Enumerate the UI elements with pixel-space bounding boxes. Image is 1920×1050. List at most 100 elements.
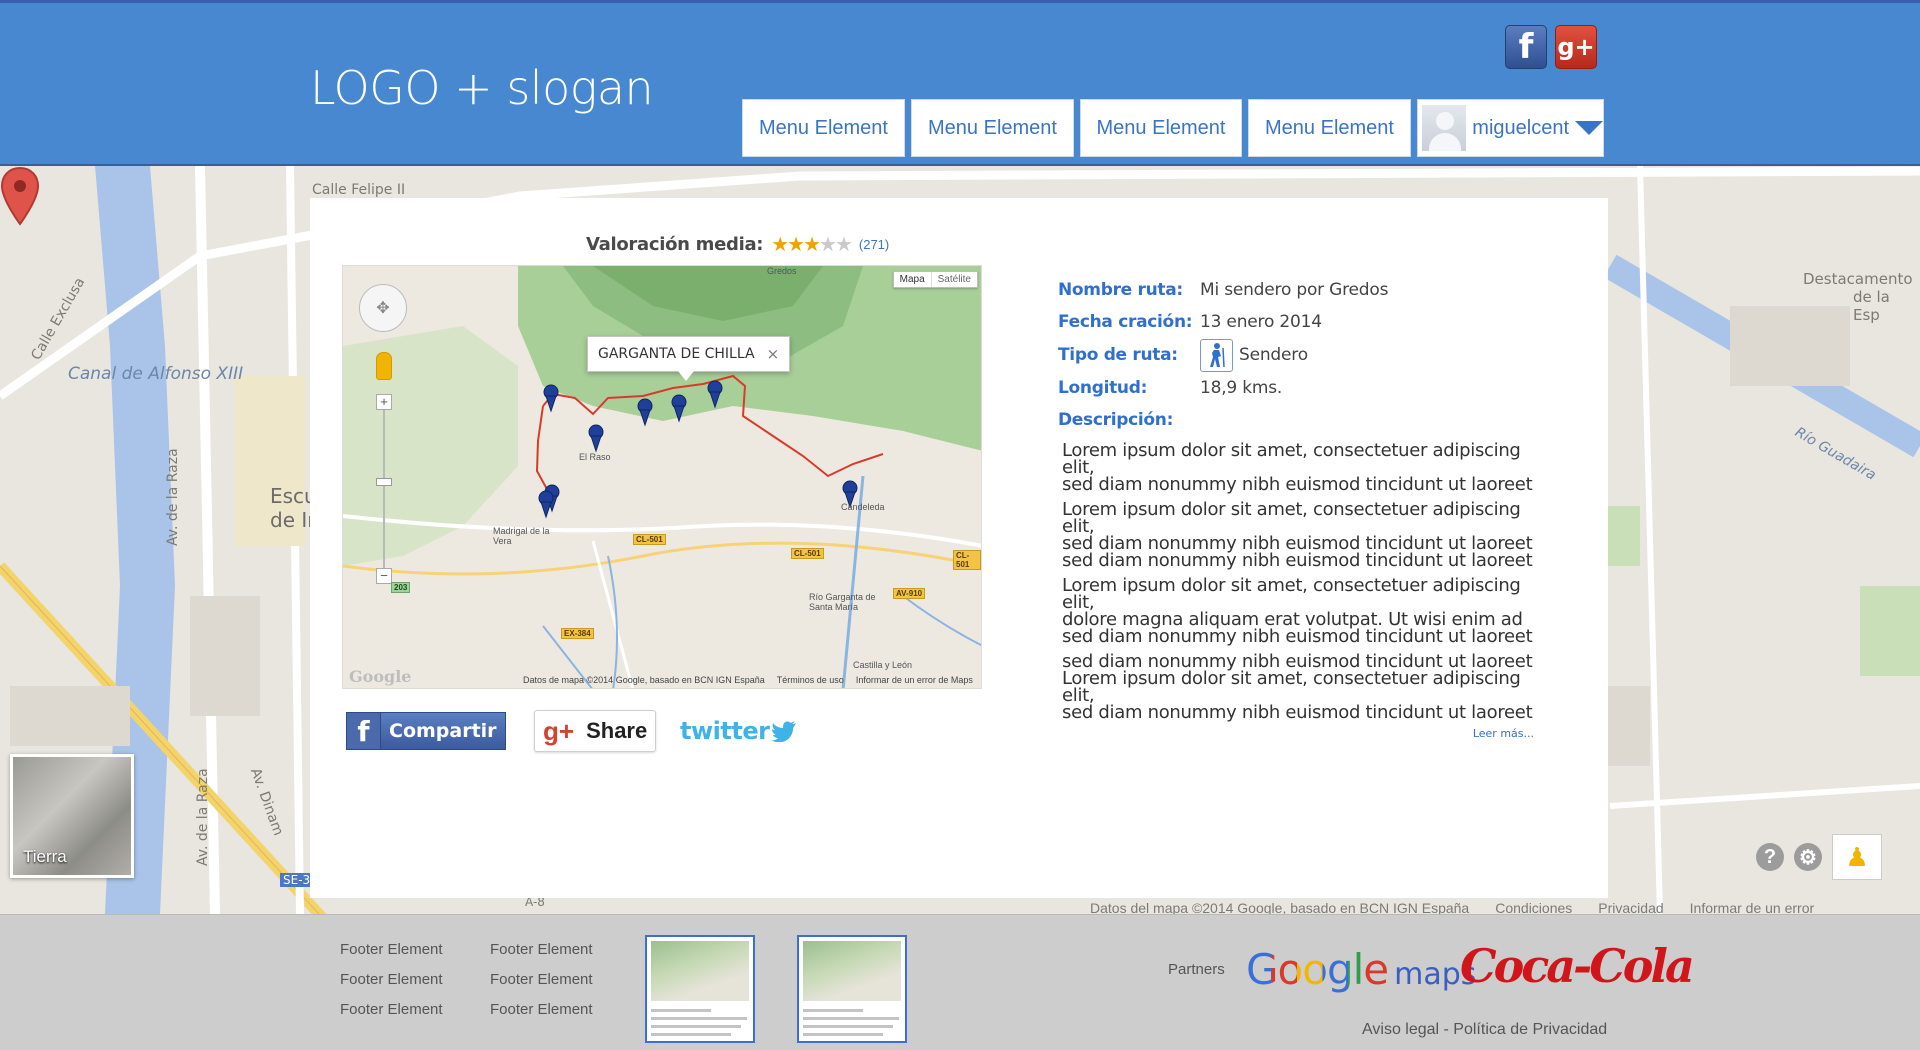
footer-link[interactable]: Footer Element <box>340 941 443 958</box>
terms-link[interactable]: Condiciones <box>1495 900 1572 914</box>
street-label: Av. de la Raza <box>165 448 181 546</box>
facebook-share-button[interactable]: f Compartir <box>346 712 506 750</box>
star-icon: ★ <box>834 234 853 256</box>
google-plus-icon[interactable]: g+ <box>1555 25 1597 69</box>
description-paragraph: Lorem ipsum dolor sit amet, consectetuer… <box>1062 575 1533 647</box>
facebook-icon[interactable]: f <box>1505 25 1547 69</box>
route-name-label: Nombre ruta: <box>1058 280 1183 300</box>
route-marker-icon <box>637 398 653 427</box>
close-icon[interactable]: × <box>767 345 780 363</box>
place-label: Gredos <box>767 266 797 276</box>
satellite-toggle[interactable]: Tierra <box>10 754 134 878</box>
coca-cola-logo[interactable]: Coca-Cola <box>1460 939 1695 993</box>
site-header: LOGO + slogan f g+ Menu Element Menu Ele… <box>0 0 1920 166</box>
googleplus-share-button[interactable]: g+ Share <box>534 710 656 752</box>
main-menu: Menu Element Menu Element Menu Element M… <box>742 99 1604 157</box>
menu-item-1[interactable]: Menu Element <box>742 99 905 157</box>
report-error-link[interactable]: Informar de un error <box>1690 900 1815 914</box>
share-buttons: f Compartir g+ Share twitter <box>346 710 797 752</box>
place-label: Río Garganta de Santa María <box>809 592 876 612</box>
social-links: f g+ <box>1505 25 1597 69</box>
rating-count[interactable]: (271) <box>859 237 889 252</box>
place-label: Madrigal de la Vera <box>493 526 550 546</box>
description-paragraph: Lorem ipsum dolor sit amet, consectetuer… <box>1062 440 1533 495</box>
footer-link[interactable]: Footer Element <box>490 971 593 988</box>
road-shield: SE-3 <box>280 873 314 887</box>
route-description: Lorem ipsum dolor sit amet, consectetuer… <box>1058 440 1558 723</box>
route-description-row: Descripción: <box>1058 404 1558 436</box>
place-label: de la Esp <box>1853 288 1890 324</box>
route-marker-icon <box>671 394 687 423</box>
street-view-pegman-icon[interactable]: ♟ <box>1832 834 1882 880</box>
user-menu[interactable]: miguelcent <box>1417 99 1604 157</box>
chevron-down-icon[interactable] <box>1575 121 1603 135</box>
route-details: Nombre ruta: Mi sendero por Gredos Fecha… <box>1058 274 1558 740</box>
report-error-link[interactable]: Informar de un error de Maps <box>856 675 973 685</box>
hiker-icon <box>1200 338 1233 372</box>
road-shield: 203 <box>391 582 411 593</box>
route-type-value: Sendero <box>1239 345 1308 365</box>
google-maps-logo[interactable]: Google maps <box>1246 945 1476 994</box>
help-icon[interactable]: ? <box>1756 843 1784 871</box>
partners-label: Partners <box>1168 961 1225 978</box>
map-attribution: Datos de mapa ©2014 Google, basado en BC… <box>523 675 973 685</box>
route-thumbnail[interactable] <box>645 935 755 1043</box>
route-length-value: 18,9 kms. <box>1200 378 1283 398</box>
footer-link[interactable]: Footer Element <box>490 1001 593 1018</box>
route-markers <box>538 380 858 519</box>
route-marker-icon <box>588 424 604 453</box>
legal-links[interactable]: Aviso legal - Política de Privacidad <box>1362 1021 1607 1039</box>
google-watermark: Google <box>349 667 412 686</box>
star-rating[interactable]: ★★★★★ <box>771 232 853 257</box>
menu-item-2[interactable]: Menu Element <box>911 99 1074 157</box>
site-footer: Footer Element Footer Element Footer Ele… <box>0 914 1920 1050</box>
star-icon: ★ <box>803 234 821 256</box>
place-label: Castilla y León <box>853 660 913 670</box>
route-marker-icon <box>543 384 559 413</box>
route-date-row: Fecha cración: 13 enero 2014 <box>1058 306 1558 338</box>
footer-column-2: Footer Element Footer Element Footer Ele… <box>490 941 593 1018</box>
map-attribution: Datos del mapa ©2014 Google, basado en B… <box>1090 900 1814 914</box>
facebook-share-label: Compartir <box>389 720 497 742</box>
rating-label: Valoración media: <box>586 234 764 255</box>
route-length-row: Longitud: 18,9 kms. <box>1058 372 1558 404</box>
gear-icon[interactable]: ⚙ <box>1794 843 1822 871</box>
avatar <box>1422 105 1467 151</box>
road-shield: EX-384 <box>561 628 594 639</box>
marker-info-window: GARGANTA DE CHILLA × <box>587 336 791 381</box>
route-marker-icon <box>707 380 723 409</box>
menu-item-3[interactable]: Menu Element <box>1080 99 1242 157</box>
user-name: miguelcent <box>1472 116 1569 139</box>
google-plus-icon: g+ <box>543 715 575 746</box>
route-date-label: Fecha cración: <box>1058 312 1193 332</box>
map-pin-icon[interactable] <box>0 166 40 226</box>
route-name-row: Nombre ruta: Mi sendero por Gredos <box>1058 274 1558 306</box>
place-label: El Raso <box>579 452 611 462</box>
menu-item-4[interactable]: Menu Element <box>1248 99 1411 157</box>
privacy-link[interactable]: Privacidad <box>1598 900 1663 914</box>
route-date-value: 13 enero 2014 <box>1200 312 1322 332</box>
info-window-title: GARGANTA DE CHILLA <box>598 346 755 362</box>
google-logo-text: Google <box>1246 945 1389 994</box>
footer-link[interactable]: Footer Element <box>490 941 593 958</box>
route-name-value: Mi sendero por Gredos <box>1200 280 1389 300</box>
read-more-link[interactable]: Leer más... <box>1058 727 1534 740</box>
attribution-data: Datos de mapa ©2014 Google, basado en BC… <box>523 675 765 685</box>
star-icon: ★ <box>787 234 805 256</box>
place-label: de Ir <box>270 508 316 532</box>
terms-link[interactable]: Términos de uso <box>777 675 844 685</box>
footer-link[interactable]: Footer Element <box>340 1001 443 1018</box>
footer-column-1: Footer Element Footer Element Footer Ele… <box>340 941 443 1018</box>
footer-link[interactable]: Footer Element <box>340 971 443 988</box>
route-map[interactable]: Mapa Satélite ✥ + − GARGANTA DE CHILLA × <box>342 265 982 689</box>
twitter-share-button[interactable]: twitter <box>680 717 797 745</box>
place-label: Destacamento <box>1803 270 1913 288</box>
facebook-icon: f <box>347 713 381 749</box>
site-logo[interactable]: LOGO + slogan <box>310 61 654 115</box>
street-label: Av. de la Raza <box>195 768 211 866</box>
route-thumbnail[interactable] <box>797 935 907 1043</box>
googleplus-share-label: Share <box>586 718 648 743</box>
route-type-row: Tipo de ruta: Sendero <box>1058 338 1558 372</box>
canal-label: Canal de Alfonso XIII <box>68 364 244 384</box>
description-paragraph: sed diam nonummy nibh euismod tincidunt … <box>1062 651 1533 723</box>
